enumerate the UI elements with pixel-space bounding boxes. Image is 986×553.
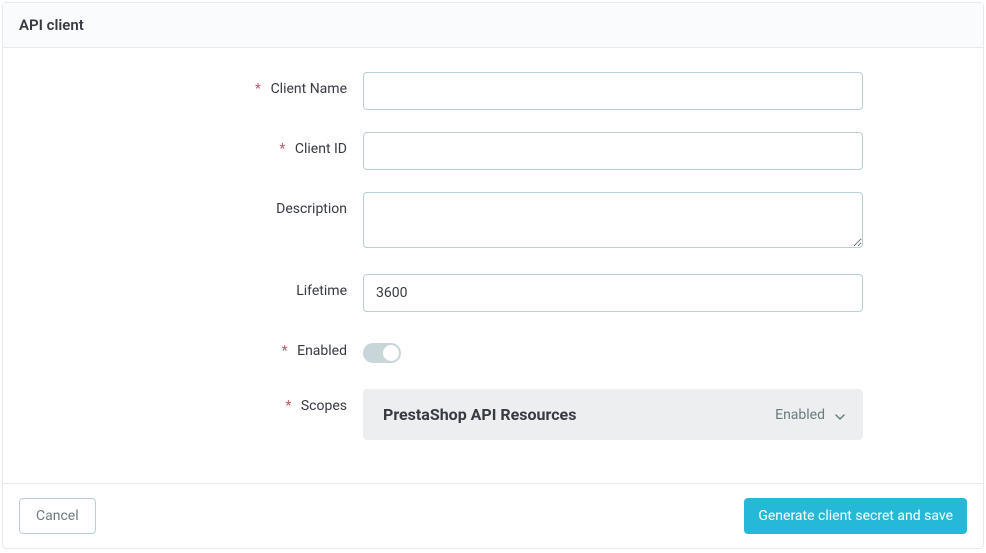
label-text: Lifetime — [296, 283, 347, 299]
required-mark: * — [255, 81, 261, 97]
save-button[interactable]: Generate client secret and save — [744, 498, 967, 534]
control-wrap — [363, 334, 863, 367]
required-mark: * — [279, 141, 285, 157]
label-text: Scopes — [301, 398, 347, 414]
card-body: * Client Name * Client ID Description — [3, 48, 983, 483]
row-scopes: * Scopes PrestaShop API Resources Enable… — [23, 389, 963, 440]
row-lifetime: Lifetime — [23, 274, 963, 312]
api-client-card: API client * Client Name * Client ID Des… — [2, 2, 984, 549]
control-wrap — [363, 72, 863, 110]
row-client-name: * Client Name — [23, 72, 963, 110]
client-name-input[interactable] — [363, 72, 863, 110]
scopes-panel-right: Enabled — [775, 407, 845, 423]
control-wrap — [363, 132, 863, 170]
label-scopes: * Scopes — [23, 389, 363, 414]
row-description: Description — [23, 192, 963, 252]
row-enabled: * Enabled — [23, 334, 963, 367]
control-wrap — [363, 274, 863, 312]
control-wrap — [363, 192, 863, 252]
row-client-id: * Client ID — [23, 132, 963, 170]
label-description: Description — [23, 192, 363, 217]
chevron-down-icon — [835, 410, 845, 420]
label-client-name: * Client Name — [23, 72, 363, 97]
label-text: Description — [276, 201, 347, 217]
label-enabled: * Enabled — [23, 334, 363, 359]
cancel-button[interactable]: Cancel — [19, 498, 96, 534]
client-id-input[interactable] — [363, 132, 863, 170]
scopes-panel-title: PrestaShop API Resources — [383, 405, 576, 424]
lifetime-input[interactable] — [363, 274, 863, 312]
label-text: Client ID — [295, 141, 347, 157]
card-footer: Cancel Generate client secret and save — [3, 483, 983, 548]
card-title: API client — [19, 16, 84, 34]
required-mark: * — [282, 343, 288, 359]
card-header: API client — [3, 3, 983, 48]
label-lifetime: Lifetime — [23, 274, 363, 299]
required-mark: * — [285, 398, 291, 414]
enabled-toggle[interactable] — [363, 343, 401, 363]
label-text: Enabled — [297, 343, 347, 359]
scopes-panel-status: Enabled — [775, 407, 825, 423]
toggle-knob — [383, 345, 399, 361]
description-textarea[interactable] — [363, 192, 863, 248]
label-text: Client Name — [271, 81, 347, 97]
scopes-panel[interactable]: PrestaShop API Resources Enabled — [363, 389, 863, 440]
label-client-id: * Client ID — [23, 132, 363, 157]
